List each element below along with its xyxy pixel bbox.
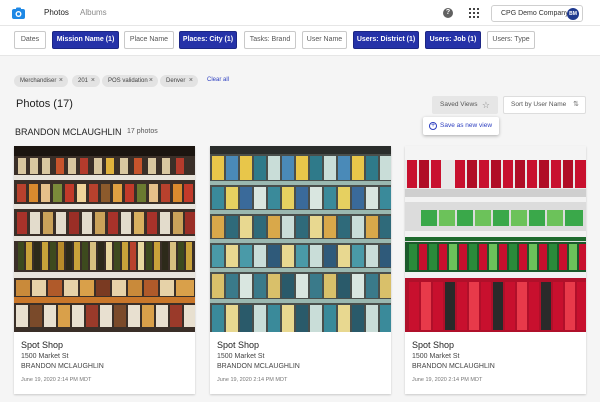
card-details: Spot Shop 1500 Market St BRANDON MCLAUGH… [14, 332, 195, 394]
saved-views-button[interactable]: Saved Views ☆ [432, 96, 498, 114]
company-switcher[interactable]: CPG Demo Company BM [491, 5, 583, 22]
camera-logo-icon[interactable] [12, 7, 25, 20]
close-icon[interactable]: × [149, 75, 153, 87]
photo-image[interactable] [14, 146, 195, 332]
close-icon[interactable]: × [189, 75, 193, 87]
card-date: June 19, 2020 2:14 PM MDT [21, 377, 92, 383]
help-icon[interactable]: ? [443, 8, 453, 18]
group-photo-count: 17 photos [127, 128, 158, 135]
company-name: CPG Demo Company [501, 10, 569, 17]
star-icon: ☆ [481, 100, 490, 110]
card-address: 1500 Market St [217, 353, 265, 360]
avatar[interactable]: BM [567, 8, 579, 20]
tag-denver: Denver × [160, 75, 198, 87]
card-user: BRANDON MCLAUGHLIN [21, 363, 104, 370]
tag-merchandiser: Merchandiser × [14, 75, 68, 87]
tab-albums[interactable]: Albums [80, 8, 107, 17]
filter-users-job[interactable]: Users: Job (1) [425, 31, 481, 49]
saved-views-label: Saved Views [440, 101, 478, 108]
card-date: June 19, 2020 2:14 PM MDT [412, 377, 483, 383]
filter-places-city[interactable]: Places: City (1) [179, 31, 237, 49]
photo-card[interactable]: Spot Shop 1500 Market St BRANDON MCLAUGH… [14, 146, 195, 394]
card-shop-name: Spot Shop [412, 340, 455, 350]
filter-user-name[interactable]: User Name [302, 31, 347, 49]
sort-select[interactable]: Sort by User Name ⇅ [503, 96, 586, 114]
filter-tasks-brand[interactable]: Tasks: Brand [244, 31, 296, 49]
filter-users-type[interactable]: Users: Type [487, 31, 535, 49]
photo-card[interactable]: Spot Shop 1500 Market St BRANDON MCLAUGH… [405, 146, 586, 394]
card-user: BRANDON MCLAUGHLIN [412, 363, 495, 370]
photo-card[interactable]: Spot Shop 1500 Market St BRANDON MCLAUGH… [210, 146, 391, 394]
tag-label: POS validation [108, 78, 148, 84]
group-user-name: BRANDON MCLAUGHLIN [15, 127, 122, 137]
filter-mission-name[interactable]: Mission Name (1) [52, 31, 119, 49]
top-bar: Photos Albums ? CPG Demo Company BM [0, 0, 600, 26]
filter-bar: Dates Mission Name (1) Place Name Places… [0, 26, 600, 56]
tag-201: 201 × [72, 75, 100, 87]
card-details: Spot Shop 1500 Market St BRANDON MCLAUGH… [405, 332, 586, 394]
tag-label: Merchandiser [20, 78, 57, 84]
apps-grid-icon[interactable] [469, 8, 479, 18]
page-title: Photos (17) [16, 98, 73, 110]
close-icon[interactable]: × [91, 75, 95, 87]
save-as-new-view-label: Save as new view [440, 122, 493, 129]
photo-image[interactable] [405, 146, 586, 332]
close-icon[interactable]: × [59, 75, 63, 87]
tag-pos-validation: POS validation × [102, 75, 158, 87]
filter-users-district[interactable]: Users: District (1) [353, 31, 419, 49]
photo-image[interactable] [210, 146, 391, 332]
card-shop-name: Spot Shop [21, 340, 64, 350]
save-as-new-view-item[interactable]: + Save as new view [423, 117, 499, 135]
card-shop-name: Spot Shop [217, 340, 260, 350]
card-address: 1500 Market St [412, 353, 460, 360]
plus-circle-icon: + [429, 122, 437, 130]
sort-icon: ⇅ [573, 101, 579, 108]
card-details: Spot Shop 1500 Market St BRANDON MCLAUGH… [210, 332, 391, 394]
tag-label: 201 [78, 78, 89, 84]
sort-label: Sort by User Name [511, 101, 567, 108]
tag-label: Denver [166, 78, 186, 84]
card-user: BRANDON MCLAUGHLIN [217, 363, 300, 370]
filter-dates[interactable]: Dates [14, 31, 46, 49]
clear-all-link[interactable]: Clear all [207, 77, 229, 83]
card-date: June 19, 2020 2:14 PM MDT [217, 377, 288, 383]
card-address: 1500 Market St [21, 353, 69, 360]
filter-place-name[interactable]: Place Name [124, 31, 174, 49]
tab-photos[interactable]: Photos [44, 8, 69, 17]
